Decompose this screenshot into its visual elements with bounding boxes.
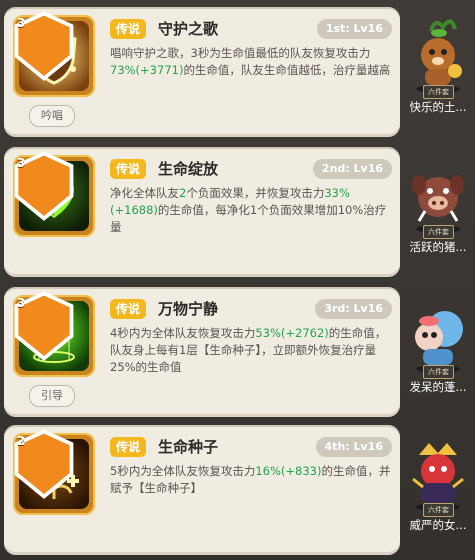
skill-tag: 吟唱 [29, 105, 75, 127]
skill-icon-frame: 3 [13, 151, 95, 237]
set-badge: 六件套 [423, 365, 454, 379]
desc-text: 唱响守护之歌，3秒为生命值最低的队友恢复攻击力 [110, 46, 371, 60]
set-badge: 六件套 [423, 503, 454, 517]
pet-name: 发呆的蓬... [409, 380, 467, 394]
rarity-badge: 传说 [110, 437, 147, 457]
skill-icon-frame: 3 [13, 291, 95, 377]
set-badge: 六件套 [423, 85, 454, 99]
skill-description: 唱响守护之歌，3秒为生命值最低的队友恢复攻击力 73%(+3771)的生命值，队友… [110, 45, 392, 79]
pet-icon [416, 19, 462, 93]
skill-level-badge: 3 [9, 291, 74, 361]
desc-value: 73%(+3771) [110, 63, 184, 77]
rarity-badge: 传说 [110, 159, 147, 179]
skill-rank-badge: 1st: Lv16 [316, 19, 392, 39]
skill-level-badge: 2 [9, 429, 74, 499]
desc-text: 5秒内为全体队友恢复攻击力 [110, 464, 256, 478]
rarity-badge: 传说 [110, 19, 147, 39]
pet-name: 活跃的猪... [409, 240, 467, 254]
skill-tag: 引导 [29, 385, 75, 407]
desc-text: 个负面效果，并恢复攻击力 [186, 186, 325, 200]
skill-rank-badge: 4th: Lv16 [315, 437, 392, 457]
skill-icon-frame: 2 [13, 429, 95, 515]
skill-level: 3 [16, 156, 26, 170]
pet-slot-2[interactable]: 六件套 活跃的猪... [403, 147, 473, 277]
skill-name: 守护之歌 [158, 20, 219, 38]
desc-text: 4秒内为全体队友恢复攻击力 [110, 326, 256, 340]
skill-rank-badge: 2nd: Lv16 [312, 159, 392, 179]
skill-list-screen: 3 吟唱 传说 守护之歌 1st: Lv16 唱响守护之歌，3秒为生命值最低的队… [0, 0, 475, 560]
set-badge: 六件套 [423, 225, 454, 239]
skill-name: 生命种子 [158, 438, 219, 456]
pet-name: 快乐的土... [409, 100, 467, 114]
pet-icon [412, 443, 464, 511]
skill-level: 2 [16, 434, 26, 448]
desc-text: 的生命值，队友生命值越低，治疗量越高 [183, 63, 391, 77]
skill-icon-frame: 3 [13, 11, 95, 97]
pet-portrait: 六件套 [405, 151, 471, 239]
pet-portrait: 六件套 [405, 291, 471, 379]
skill-description: 5秒内为全体队友恢复攻击力16%(+833)的生命值，并赋予【生命种子】 [110, 463, 392, 497]
skill-card-1[interactable]: 3 吟唱 传说 守护之歌 1st: Lv16 唱响守护之歌，3秒为生命值最低的队… [4, 7, 400, 137]
pet-portrait: 六件套 [405, 429, 471, 517]
pet-slot-3[interactable]: 六件套 发呆的蓬... [403, 287, 473, 417]
skill-level: 3 [16, 16, 26, 30]
skill-name: 万物宁静 [158, 300, 219, 318]
pet-icon [412, 175, 464, 233]
skill-level-badge: 3 [9, 11, 74, 81]
rarity-badge: 传说 [110, 299, 147, 319]
skill-card-2[interactable]: 3 传说 生命绽放 2nd: Lv16 净化全体队友2个负面效果，并恢复攻击力3… [4, 147, 400, 277]
skill-card-4[interactable]: 2 传说 生命种子 4th: Lv16 5秒内为全体队友恢复攻击力16%(+83… [4, 425, 400, 555]
skill-description: 净化全体队友2个负面效果，并恢复攻击力33%(+1688)的生命值，每净化1个负… [110, 185, 392, 236]
desc-value: 16%(+833) [255, 464, 322, 478]
skill-rank-badge: 3rd: Lv16 [315, 299, 392, 319]
desc-text: 净化全体队友 [110, 186, 179, 200]
skill-card-3[interactable]: 3 引导 传说 万物宁静 3rd: Lv16 4秒内为全体队友恢复攻击力53%(… [4, 287, 400, 417]
skill-level: 3 [16, 296, 26, 310]
desc-value: 53%(+2762) [255, 326, 329, 340]
pet-slot-4[interactable]: 六件套 威严的女... [403, 425, 473, 555]
skill-level-badge: 3 [9, 151, 74, 221]
skill-name: 生命绽放 [158, 160, 219, 178]
pet-slot-1[interactable]: 六件套 快乐的土... [403, 7, 473, 137]
pet-name: 威严的女... [409, 518, 467, 532]
skill-description: 4秒内为全体队友恢复攻击力53%(+2762)的生命值，队友身上每有1层【生命种… [110, 325, 392, 376]
pet-portrait: 六件套 [405, 11, 471, 99]
pet-icon [415, 311, 463, 373]
